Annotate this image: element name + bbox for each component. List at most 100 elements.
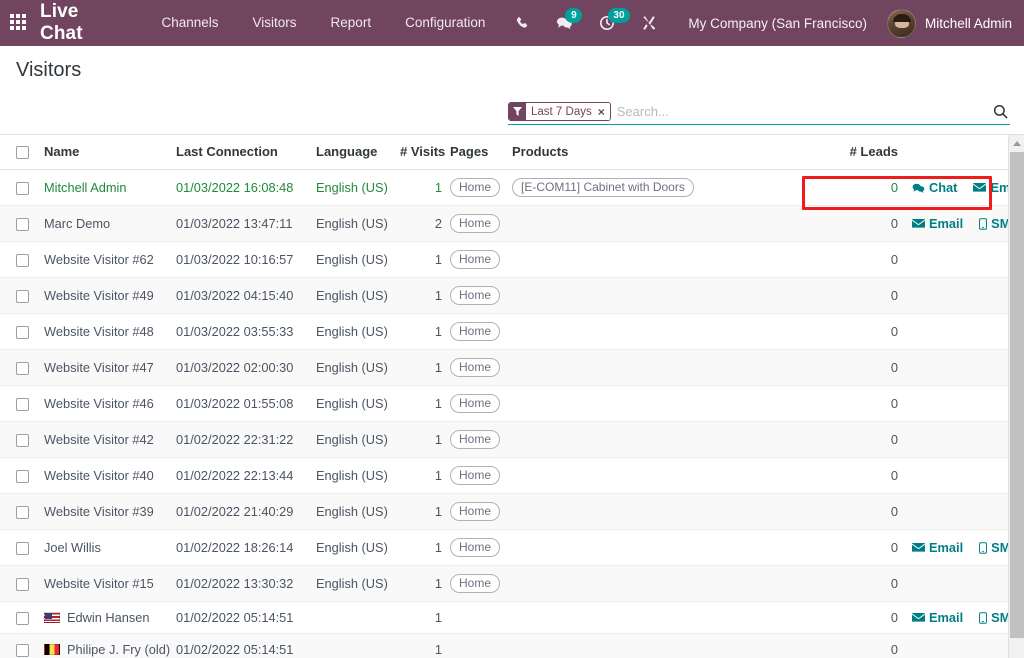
email-action-button[interactable]: Email [912,216,963,231]
cell-products [508,314,706,350]
tools-wrench-icon[interactable] [628,0,670,46]
search-input[interactable] [611,102,993,121]
search-icon[interactable] [993,104,1010,119]
cell-language: English (US) [312,566,396,602]
close-icon[interactable]: × [596,103,610,120]
email-action-button[interactable]: Email [912,540,963,555]
vertical-scrollbar[interactable] [1008,135,1024,658]
table-row[interactable]: Website Visitor #4701/03/2022 02:00:30En… [0,350,1024,386]
row-checkbox[interactable] [16,326,29,339]
row-checkbox[interactable] [16,218,29,231]
row-checkbox[interactable] [16,644,29,657]
cell-language: English (US) [312,242,396,278]
cell-pages: Home [446,458,508,494]
menu-channels[interactable]: Channels [144,0,235,46]
column-header-name[interactable]: Name [40,135,172,170]
page-tag: Home [450,430,500,449]
row-checkbox[interactable] [16,470,29,483]
sms-icon [979,612,987,624]
table-body: Mitchell Admin01/03/2022 16:08:48English… [0,170,1024,658]
column-header-last-connection[interactable]: Last Connection [172,135,312,170]
email-action-label: Email [929,540,963,555]
cell-visits: 1 [396,386,446,422]
company-switcher[interactable]: My Company (San Francisco) [670,16,881,31]
row-checkbox[interactable] [16,398,29,411]
search-facet-last-7-days[interactable]: Last 7 Days × [508,102,611,121]
cell-name: Website Visitor #15 [40,566,172,602]
column-header-actions [908,135,1024,170]
visitor-name: Joel Willis [44,540,101,555]
column-header-language[interactable]: Language [312,135,396,170]
row-checkbox[interactable] [16,578,29,591]
menu-configuration[interactable]: Configuration [388,0,502,46]
cell-last-connection: 01/02/2022 05:14:51 [172,602,312,634]
table-row[interactable]: Website Visitor #3901/02/2022 21:40:29En… [0,494,1024,530]
table-row[interactable]: Website Visitor #6201/03/2022 10:16:57En… [0,242,1024,278]
email-action-button[interactable]: Email [912,610,963,625]
table-row[interactable]: Website Visitor #4901/03/2022 04:15:40En… [0,278,1024,314]
cell-name: Edwin Hansen [40,602,172,634]
messages-icon[interactable]: 9 [543,0,586,46]
navbar-right: 9 30 My Company (San Francisco) Mitchell… [502,0,1012,46]
menu-visitors[interactable]: Visitors [236,0,314,46]
apps-grid-icon[interactable] [10,14,26,32]
table-header-row: Name Last Connection Language # Visits P… [0,135,1024,170]
app-brand-live-chat[interactable]: Live Chat [40,1,114,45]
cell-visits: 1 [396,494,446,530]
column-header-leads[interactable]: # Leads [706,135,908,170]
row-checkbox[interactable] [16,612,29,625]
cell-last-connection: 01/02/2022 22:31:22 [172,422,312,458]
table-row[interactable]: Website Visitor #4601/03/2022 01:55:08En… [0,386,1024,422]
cell-products [508,566,706,602]
control-panel-top: Visitors [0,46,1024,92]
row-checkbox[interactable] [16,506,29,519]
table-row[interactable]: Website Visitor #4001/02/2022 22:13:44En… [0,458,1024,494]
scroll-up-arrow[interactable] [1009,135,1024,152]
cell-last-connection: 01/02/2022 05:14:51 [172,634,312,658]
row-checkbox[interactable] [16,290,29,303]
table-row[interactable]: Website Visitor #1501/02/2022 13:30:32En… [0,566,1024,602]
cell-products [508,386,706,422]
cell-leads: 0 [706,278,908,314]
cell-last-connection: 01/02/2022 22:13:44 [172,458,312,494]
cell-actions [908,494,1024,530]
row-checkbox[interactable] [16,434,29,447]
table-row[interactable]: Mitchell Admin01/03/2022 16:08:48English… [0,170,1024,206]
table-row[interactable]: Marc Demo01/03/2022 13:47:11English (US)… [0,206,1024,242]
column-header-products[interactable]: Products [508,135,706,170]
phone-icon[interactable] [502,0,543,46]
chat-action-button[interactable]: Chat [912,180,957,195]
user-menu[interactable]: Mitchell Admin [881,9,1012,38]
column-header-visits[interactable]: # Visits [396,135,446,170]
cell-actions [908,278,1024,314]
table-row[interactable]: Edwin Hansen01/02/2022 05:14:5110EmailSM… [0,602,1024,634]
cell-leads: 0 [706,422,908,458]
avatar [887,9,916,38]
table-row[interactable]: Philipe J. Fry (old)01/02/2022 05:14:511… [0,634,1024,658]
table-row[interactable]: Joel Willis01/02/2022 18:26:14English (U… [0,530,1024,566]
table-row[interactable]: Website Visitor #4201/02/2022 22:31:22En… [0,422,1024,458]
activities-clock-icon[interactable]: 30 [586,0,628,46]
column-header-pages[interactable]: Pages [446,135,508,170]
scrollbar-thumb[interactable] [1010,152,1024,638]
row-checkbox[interactable] [16,542,29,555]
visitor-name: Philipe J. Fry (old) [67,642,170,657]
cell-leads: 0 [706,314,908,350]
row-select-cell [0,494,40,530]
cell-visits: 1 [396,350,446,386]
row-select-cell [0,314,40,350]
cell-pages: Home [446,314,508,350]
table-row[interactable]: Website Visitor #4801/03/2022 03:55:33En… [0,314,1024,350]
cell-leads: 0 [706,494,908,530]
menu-report[interactable]: Report [314,0,389,46]
cell-language: English (US) [312,494,396,530]
email-action-label: Email [929,610,963,625]
row-checkbox[interactable] [16,182,29,195]
select-all-checkbox[interactable] [16,146,29,159]
cell-actions: ChatEmailSMS [908,170,1024,206]
cell-language: English (US) [312,278,396,314]
row-checkbox[interactable] [16,362,29,375]
cell-leads: 0 [706,458,908,494]
cell-leads: 0 [706,206,908,242]
row-checkbox[interactable] [16,254,29,267]
